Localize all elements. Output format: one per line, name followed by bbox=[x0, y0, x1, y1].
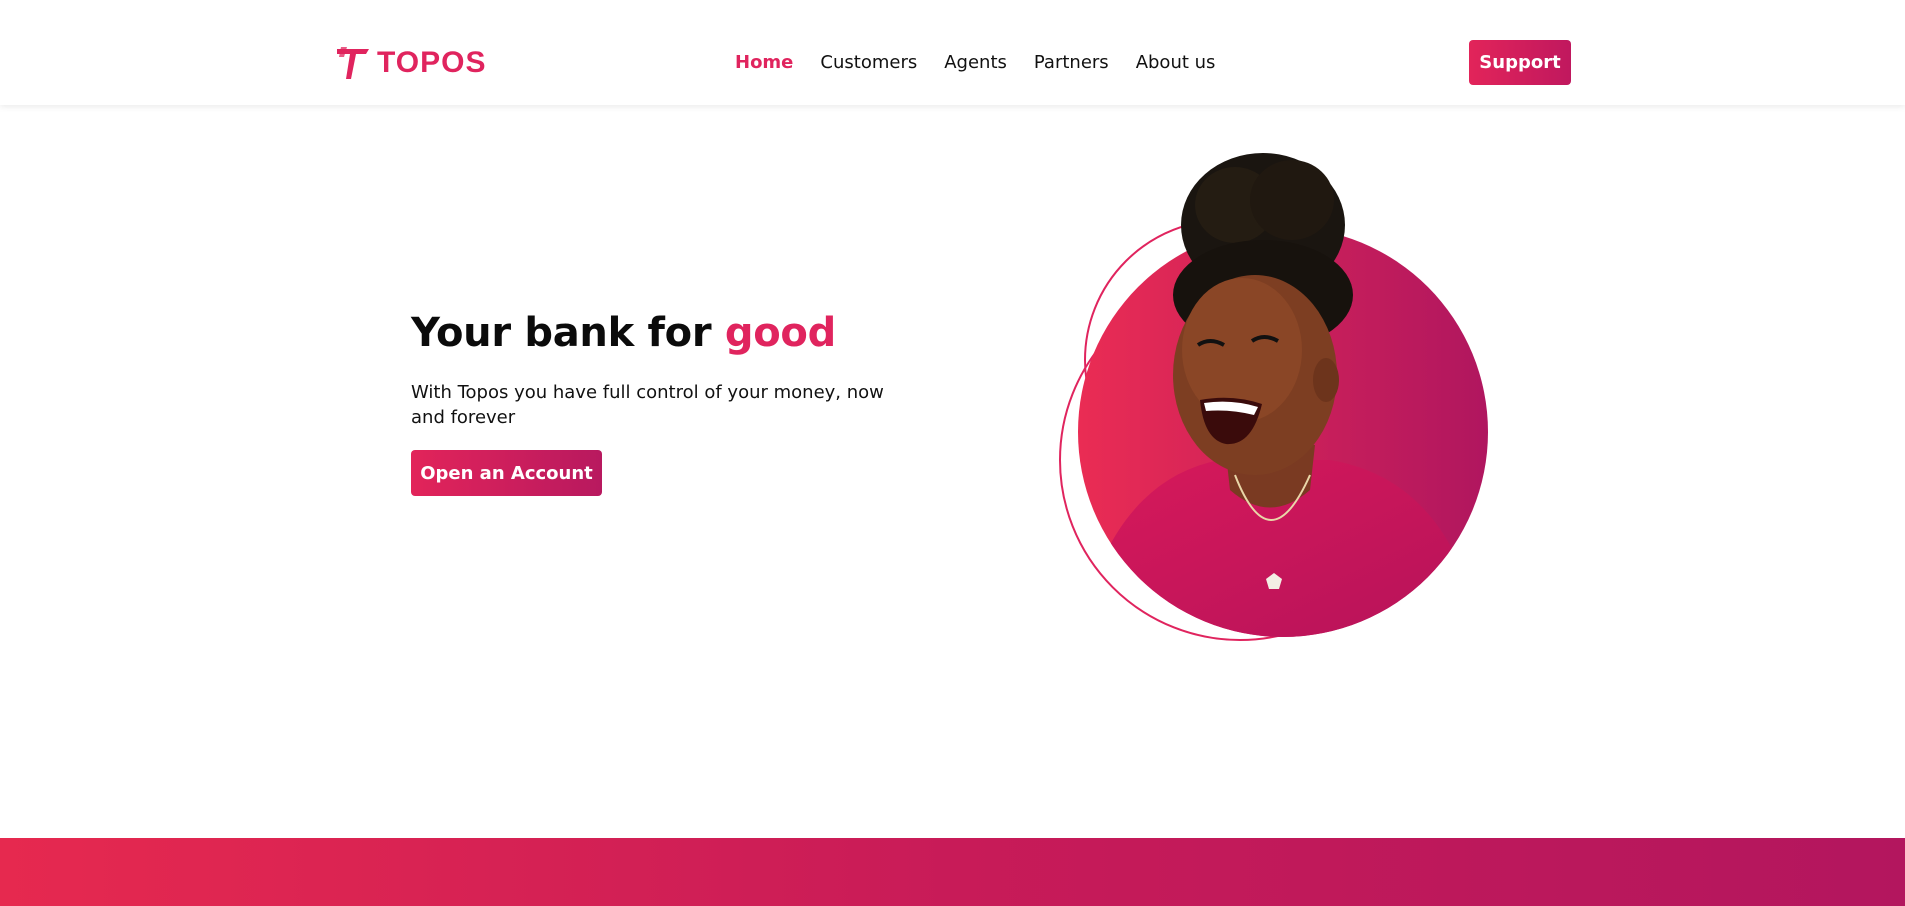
open-account-button[interactable]: Open an Account bbox=[411, 450, 602, 496]
hero-title-lead: Your bank for bbox=[411, 310, 725, 356]
bottom-gradient-band bbox=[0, 838, 1905, 906]
nav-home[interactable]: Home bbox=[735, 52, 793, 74]
site-header: TOPOS Home Customers Agents Partners Abo… bbox=[0, 0, 1905, 105]
hero-illustration bbox=[1030, 145, 1510, 645]
hero-portrait-image bbox=[1059, 153, 1488, 641]
nav-partners[interactable]: Partners bbox=[1034, 52, 1109, 74]
nav-customers[interactable]: Customers bbox=[820, 52, 917, 74]
hero-title: Your bank for good bbox=[411, 310, 836, 356]
main-nav: Home Customers Agents Partners About us bbox=[735, 52, 1215, 74]
hero-title-accent: good bbox=[724, 310, 836, 356]
topos-logo-icon bbox=[337, 47, 369, 79]
support-button[interactable]: Support bbox=[1469, 40, 1571, 85]
logo-link[interactable]: TOPOS bbox=[335, 45, 486, 81]
logo-text: TOPOS bbox=[377, 46, 487, 79]
page: TOPOS Home Customers Agents Partners Abo… bbox=[0, 0, 1905, 906]
nav-about-us[interactable]: About us bbox=[1136, 52, 1216, 74]
nav-agents[interactable]: Agents bbox=[944, 52, 1007, 74]
hero-subtitle: With Topos you have full control of your… bbox=[411, 382, 884, 428]
